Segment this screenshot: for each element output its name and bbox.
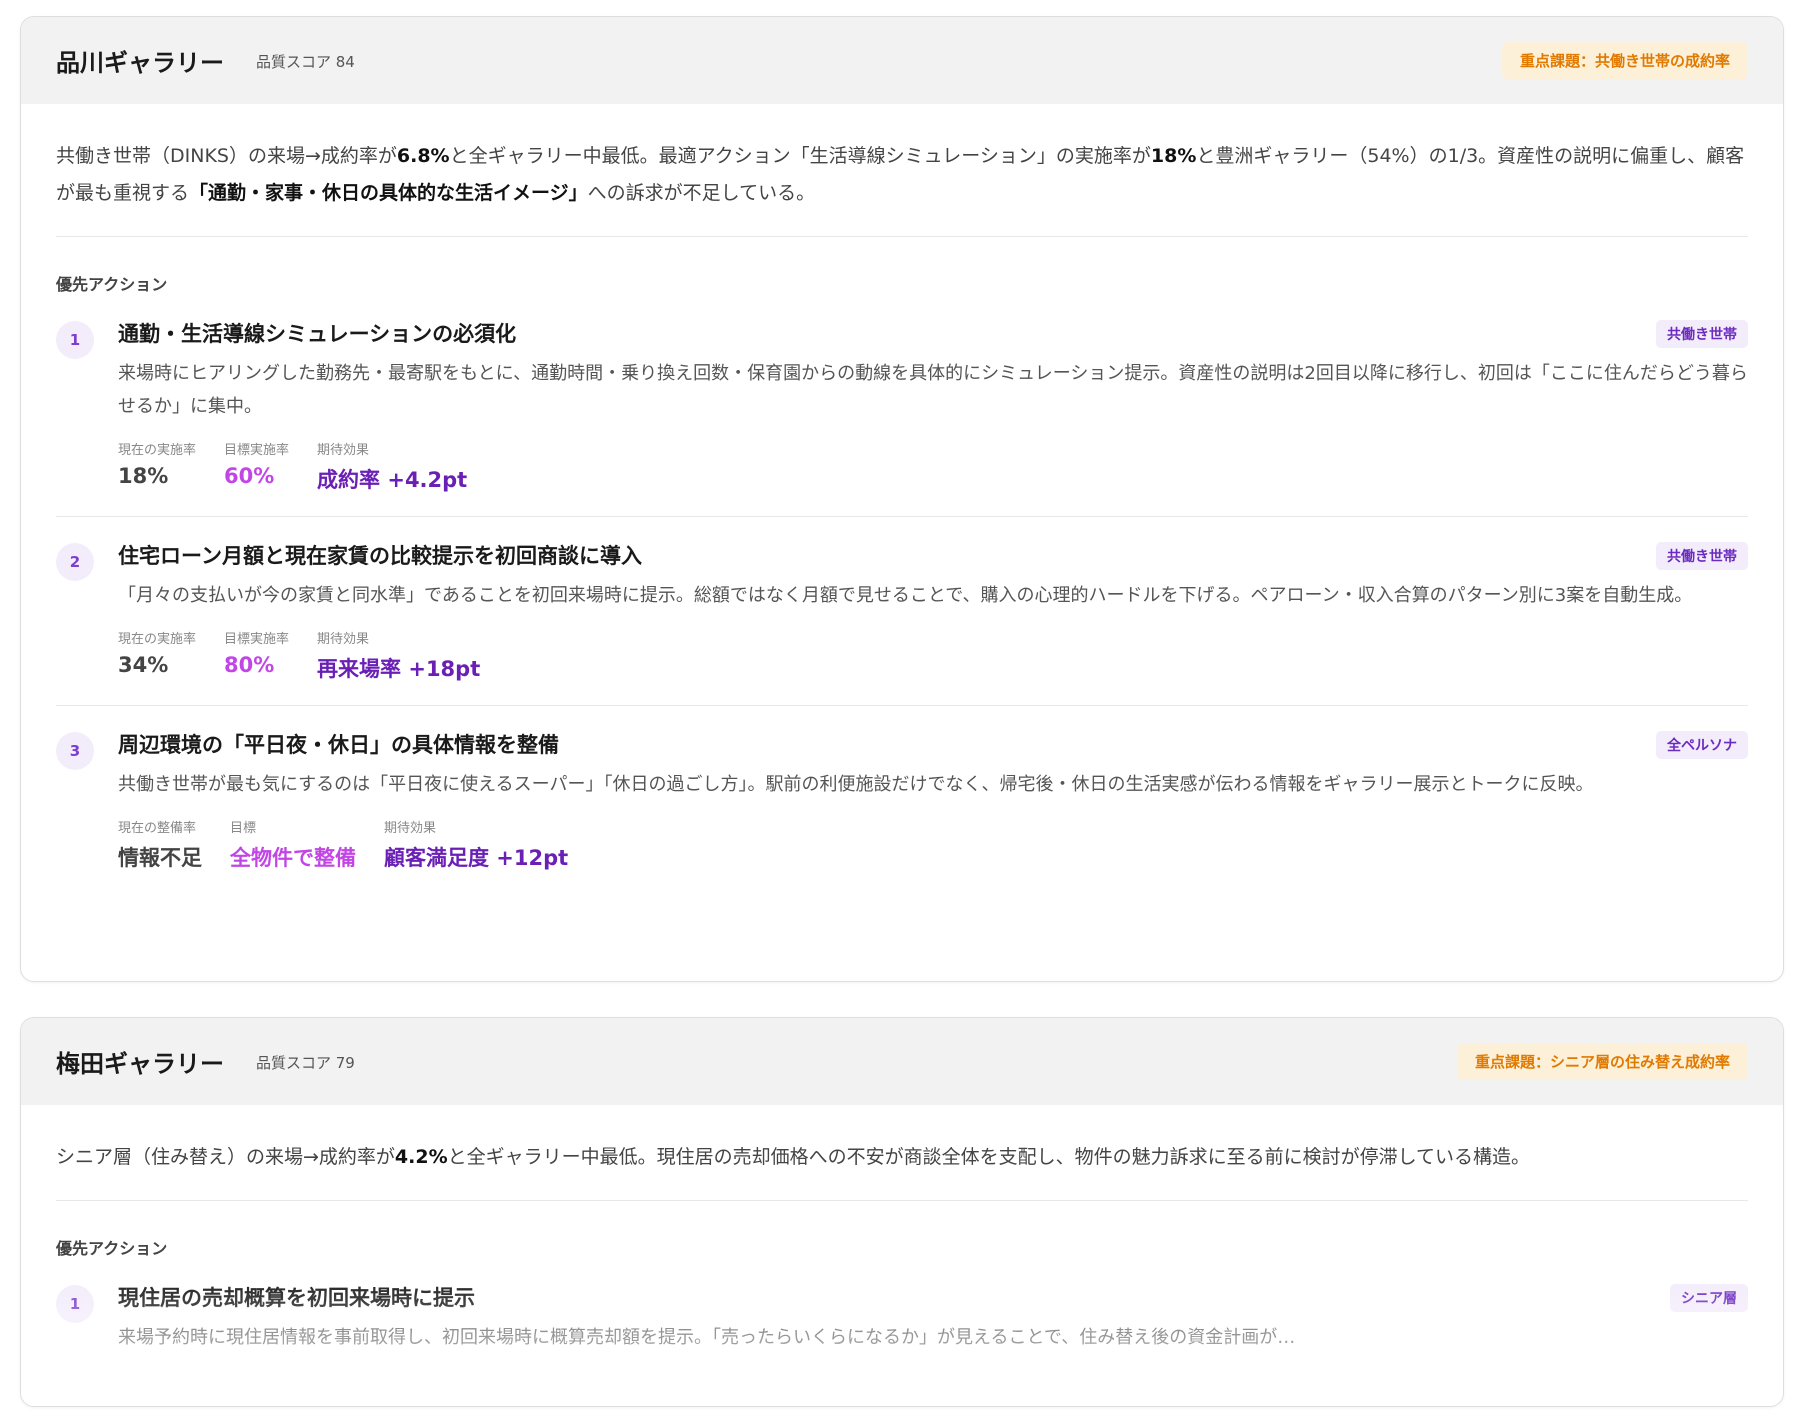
action-description: 来場予約時に現住居情報を事前取得し、初回来場時に概算売却額を提示。「売ったらいく… [118, 1327, 1296, 1348]
gallery-card-shinagawa: 品川ギャラリー 品質スコア 84 重点課題：共働き世帯の成約率 共働き世帯（DI… [20, 16, 1784, 982]
persona-tag: 全ペルソナ [1656, 731, 1748, 759]
metric-value: 18% [118, 464, 169, 488]
metric-current: 現在の実施率 18% [118, 439, 196, 494]
action-number: 1 [56, 321, 94, 359]
action-metrics: 現在の整備率 情報不足 目標 全物件で整備 期待効果 顧客満足度 +12pt [118, 817, 1748, 872]
focus-issue-badge: 重点課題：共働き世帯の成約率 [1501, 42, 1748, 79]
action-number: 3 [56, 732, 94, 770]
action-description: 「月々の支払いが今の家賃と同水準」であることを初回来場時に提示。総額ではなく月額… [118, 585, 1693, 606]
action-metrics: 現在の実施率 34% 目標実施率 80% 期待効果 再来場率 +18pt [118, 628, 1748, 683]
metric-value: 顧客満足度 +12pt [384, 846, 569, 870]
gallery-card-umeda: 梅田ギャラリー 品質スコア 79 重点課題：シニア層の住み替え成約率 シニア層（… [20, 1017, 1784, 1407]
metric-target: 目標 全物件で整備 [230, 817, 356, 872]
action-item: 2 住宅ローン月額と現在家賃の比較提示を初回商談に導入 共働き世帯 「月々の支払… [56, 517, 1748, 706]
metric-label: 目標実施率 [224, 443, 290, 458]
gallery-name: 品川ギャラリー [56, 49, 224, 77]
summary-highlight: 4.2% [394, 1146, 448, 1168]
persona-tag: 共働き世帯 [1656, 542, 1748, 570]
summary-text: と全ギャラリー中最低。現住居の売却価格への不安が商談全体を支配し、物件の魅力訴求… [447, 1146, 1531, 1168]
gallery-name: 梅田ギャラリー [56, 1050, 224, 1078]
metric-label: 現在の整備率 [118, 821, 197, 836]
summary-highlight: 18% [1150, 145, 1197, 167]
action-description: 共働き世帯が最も気にするのは「平日夜に使えるスーパー」「休日の過ごし方」。駅前の… [118, 774, 1594, 795]
action-title: 通勤・生活導線シミュレーションの必須化 [118, 322, 517, 346]
action-title: 住宅ローン月額と現在家賃の比較提示を初回商談に導入 [118, 544, 642, 568]
action-description: 来場時にヒアリングした勤務先・最寄駅をもとに、通勤時間・乗り換え回数・保育園から… [118, 363, 1748, 417]
persona-tag: 共働き世帯 [1656, 320, 1748, 348]
gallery-card-header: 品川ギャラリー 品質スコア 84 重点課題：共働き世帯の成約率 [21, 17, 1783, 104]
section-label-priority-actions: 優先アクション [56, 1239, 168, 1258]
metric-effect: 期待効果 再来場率 +18pt [317, 628, 480, 683]
summary-highlight: 6.8% [396, 145, 450, 167]
metric-target: 目標実施率 80% [224, 628, 289, 683]
focus-issue-badge: 重点課題：シニア層の住み替え成約率 [1456, 1043, 1748, 1080]
metric-value: 60% [224, 464, 275, 488]
action-number: 2 [56, 543, 94, 581]
metric-label: 目標 [230, 821, 257, 836]
summary-highlight: 「通勤・家事・休日の具体的な生活イメージ」 [189, 182, 588, 204]
metric-current: 現在の整備率 情報不足 [118, 817, 202, 872]
gallery-summary: シニア層（住み替え）の来場→成約率が4.2%と全ギャラリー中最低。現住居の売却価… [56, 1105, 1748, 1201]
metric-target: 目標実施率 60% [224, 439, 289, 494]
metric-current: 現在の実施率 34% [118, 628, 196, 683]
summary-text: シニア層（住み替え）の来場→成約率が [56, 1146, 395, 1168]
summary-text: と全ギャラリー中最低。最適アクション「生活導線シミュレーション」の実施率が [449, 145, 1151, 167]
summary-text: 共働き世帯（DINKS）の来場→成約率が [56, 145, 397, 167]
gallery-card-body: シニア層（住み替え）の来場→成約率が4.2%と全ギャラリー中最低。現住居の売却価… [21, 1105, 1783, 1376]
metric-value: 80% [224, 653, 275, 677]
metric-value: 34% [118, 653, 169, 677]
persona-tag: シニア層 [1670, 1284, 1748, 1312]
metric-effect: 期待効果 成約率 +4.2pt [317, 439, 467, 494]
metric-label: 現在の実施率 [118, 443, 197, 458]
metric-value: 情報不足 [118, 846, 202, 870]
metric-value: 再来場率 +18pt [317, 657, 481, 681]
quality-score: 品質スコア 79 [256, 1054, 355, 1072]
summary-text: への訴求が不足している。 [587, 182, 816, 204]
metric-effect: 期待効果 顧客満足度 +12pt [384, 817, 568, 872]
section-label-priority-actions: 優先アクション [56, 275, 168, 294]
action-item: 1 通勤・生活導線シミュレーションの必須化 共働き世帯 来場時にヒアリングした勤… [56, 295, 1748, 517]
action-item: 3 周辺環境の「平日夜・休日」の具体情報を整備 全ペルソナ 共働き世帯が最も気に… [56, 706, 1748, 894]
metric-label: 期待効果 [317, 443, 370, 458]
gallery-summary: 共働き世帯（DINKS）の来場→成約率が6.8%と全ギャラリー中最低。最適アクシ… [56, 104, 1748, 237]
metric-label: 目標実施率 [224, 632, 290, 647]
metric-value: 成約率 +4.2pt [317, 468, 468, 492]
quality-score: 品質スコア 84 [256, 53, 355, 71]
action-number: 1 [56, 1285, 94, 1323]
gallery-card-body: 共働き世帯（DINKS）の来場→成約率が6.8%と全ギャラリー中最低。最適アクシ… [21, 104, 1783, 894]
metric-label: 現在の実施率 [118, 632, 197, 647]
metric-label: 期待効果 [384, 821, 437, 836]
action-item: 1 現住居の売却概算を初回来場時に提示 シニア層 来場予約時に現住居情報を事前取… [56, 1259, 1748, 1376]
metric-label: 期待効果 [317, 632, 370, 647]
action-title: 現住居の売却概算を初回来場時に提示 [118, 1286, 475, 1310]
gallery-card-header: 梅田ギャラリー 品質スコア 79 重点課題：シニア層の住み替え成約率 [21, 1018, 1783, 1105]
metric-value: 全物件で整備 [230, 846, 356, 870]
action-title: 周辺環境の「平日夜・休日」の具体情報を整備 [118, 733, 559, 757]
action-metrics: 現在の実施率 18% 目標実施率 60% 期待効果 成約率 +4.2pt [118, 439, 1748, 494]
